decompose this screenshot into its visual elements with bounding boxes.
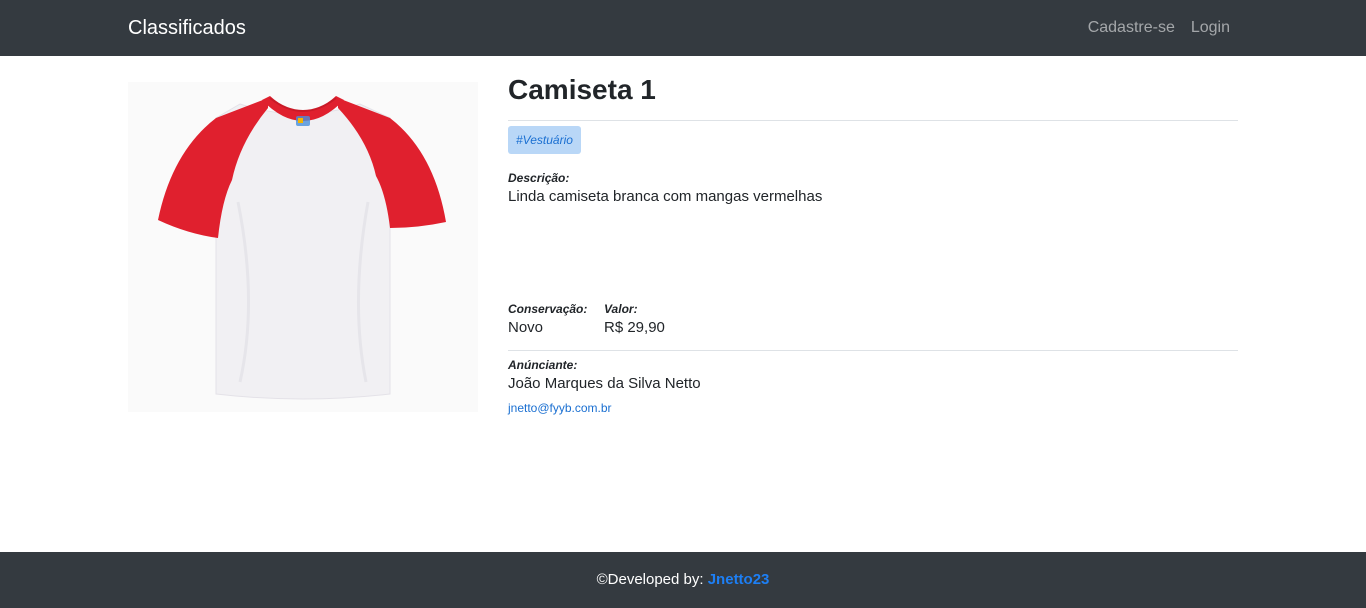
footer-text: ©Developed by: [596, 571, 708, 588]
info-columns: Conservação: Novo Valor: R$ 29,90 [508, 301, 665, 339]
product-image [128, 82, 478, 412]
product-details: Camiseta 1 #Vestuário Descrição: Linda c… [508, 70, 1238, 415]
brand-link[interactable]: Classificados [128, 16, 246, 40]
condition-label: Conservação: [508, 302, 588, 316]
seller-email-link[interactable]: jnetto@fyyb.com.br [508, 399, 701, 417]
price-value: R$ 29,90 [604, 319, 665, 336]
footer-author-link[interactable]: Jnetto23 [708, 571, 770, 588]
price-block: Valor: R$ 29,90 [604, 301, 665, 339]
tshirt-image [158, 96, 446, 400]
category-badge: #Vestuário [508, 126, 581, 154]
divider [508, 350, 1238, 351]
description-text: Linda camiseta branca com mangas vermelh… [508, 188, 823, 205]
condition-value: Novo [508, 319, 544, 336]
price-label: Valor: [604, 302, 638, 316]
seller-block: Anúnciante: João Marques da Silva Netto … [508, 357, 701, 417]
footer: ©Developed by: Jnetto23 [0, 552, 1366, 608]
product-title: Camiseta 1 [508, 74, 656, 105]
condition-block: Conservação: Novo [508, 301, 604, 339]
signup-link[interactable]: Cadastre-se [1088, 18, 1175, 38]
description-block: Descrição: Linda camiseta branca com man… [508, 170, 1238, 208]
nav-links: Cadastre-se Login [1088, 18, 1230, 38]
login-link[interactable]: Login [1191, 18, 1230, 38]
divider [508, 120, 1238, 121]
description-label: Descrição: [508, 171, 570, 185]
seller-name: João Marques da Silva Netto [508, 375, 701, 392]
seller-label: Anúnciante: [508, 358, 578, 372]
navbar: Classificados Cadastre-se Login [0, 0, 1366, 56]
